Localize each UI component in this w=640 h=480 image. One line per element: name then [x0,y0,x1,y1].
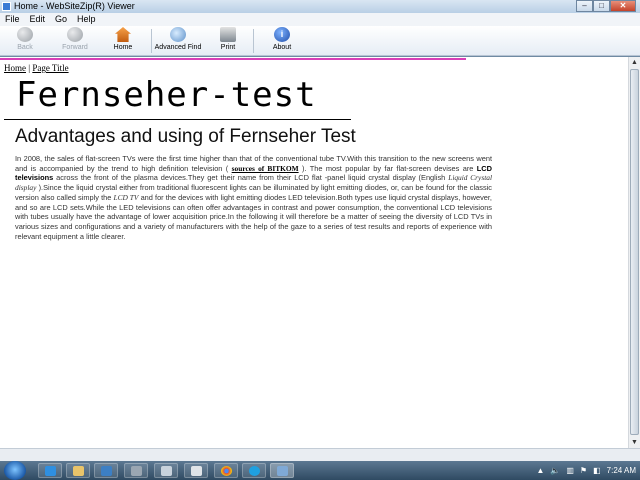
advanced-find-label: Advanced Find [154,44,202,51]
start-button[interactable] [4,461,26,480]
toolbar-separator [151,29,152,53]
scroll-down-arrow-icon[interactable]: ▼ [629,437,640,448]
viewer-icon [277,466,288,476]
breadcrumb: Home | Page Title [4,63,69,73]
accent-line [0,58,466,60]
back-button[interactable]: Back [10,27,40,51]
folder-icon [73,466,84,476]
magnifier-icon [170,27,186,42]
window-controls: – □ ✕ [576,0,636,12]
forward-arrow-icon [67,27,83,42]
toolbar-separator [253,29,254,53]
status-bar [0,448,640,461]
taskbar-app-1[interactable] [124,463,148,478]
clock[interactable]: 7:24 AM [607,466,636,475]
tray-app-icon[interactable]: ◧ [593,466,601,475]
breadcrumb-page-title-link[interactable]: Page Title [32,63,68,73]
article-text: across the front of the plasma devices.T… [56,173,446,183]
menu-go[interactable]: Go [50,13,72,26]
taskbar-chrome[interactable] [214,463,238,478]
article-text: ). The most popular by far flat-screen d… [301,163,474,173]
action-center-icon[interactable]: ⚑ [580,466,587,475]
breadcrumb-home-link[interactable]: Home [4,63,26,73]
system-tray: ▲ 🔈 ▥ ⚑ ◧ 7:24 AM [530,461,636,480]
window-titlebar[interactable]: Home - WebSiteZip(R) Viewer – □ ✕ [0,0,640,13]
volume-icon[interactable]: 🔈 [550,466,560,475]
toolbar: Back Forward Home Advanced Find Print i … [0,26,640,56]
home-label: Home [113,44,133,51]
close-button[interactable]: ✕ [610,0,636,12]
printer-icon [220,27,236,42]
back-label: Back [17,44,33,51]
scrollbar-thumb[interactable] [630,69,639,435]
page-content: Home | Page Title Fernseher-test Advanta… [0,57,628,448]
article-body: In 2008, the sales of flat-screen TVs we… [15,154,492,241]
article-italic-term: LCD TV [113,192,139,202]
forward-label: Forward [62,44,88,51]
taskbar-ie[interactable] [38,463,62,478]
maximize-button[interactable]: □ [593,0,610,12]
taskbar-app-2[interactable] [154,463,178,478]
source-link[interactable]: sources of BITKOM [232,164,299,173]
info-icon: i [274,27,290,42]
chrome-icon [221,466,232,476]
menu-file[interactable]: File [0,13,25,26]
media-icon [101,466,112,476]
breadcrumb-separator: | [28,63,31,73]
back-arrow-icon [17,27,33,42]
taskbar: ▲ 🔈 ▥ ⚑ ◧ 7:24 AM [0,461,640,480]
about-button[interactable]: i About [268,27,296,51]
print-button[interactable]: Print [214,27,242,51]
tray-show-hidden-icon[interactable]: ▲ [536,466,544,475]
menu-help[interactable]: Help [72,13,101,26]
print-label: Print [220,44,236,51]
home-button[interactable]: Home [108,27,138,51]
menu-edit[interactable]: Edit [25,13,51,26]
minimize-button[interactable]: – [576,0,593,12]
network-icon[interactable]: ▥ [566,466,574,475]
forward-button[interactable]: Forward [58,27,92,51]
taskbar-websitezip-viewer[interactable] [270,463,294,478]
taskbar-explorer[interactable] [66,463,90,478]
app-icon [131,466,142,476]
browser-icon [45,466,56,476]
skype-icon [249,466,260,476]
scroll-up-arrow-icon[interactable]: ▲ [629,57,640,68]
app-icon [161,466,172,476]
advanced-find-button[interactable]: Advanced Find [154,27,202,51]
taskbar-media[interactable] [94,463,118,478]
app-icon [191,466,202,476]
home-icon [115,27,131,42]
taskbar-app-3[interactable] [184,463,208,478]
title-divider [4,119,351,120]
app-icon [2,2,11,11]
taskbar-skype[interactable] [242,463,266,478]
menu-bar: File Edit Go Help [0,13,640,26]
window-title: Home - WebSiteZip(R) Viewer [14,1,135,11]
site-title: Fernseher-test [16,75,317,115]
vertical-scrollbar[interactable]: ▲ ▼ [628,57,640,448]
article-heading: Advantages and using of Fernseher Test [15,126,356,147]
about-label: About [272,44,292,51]
